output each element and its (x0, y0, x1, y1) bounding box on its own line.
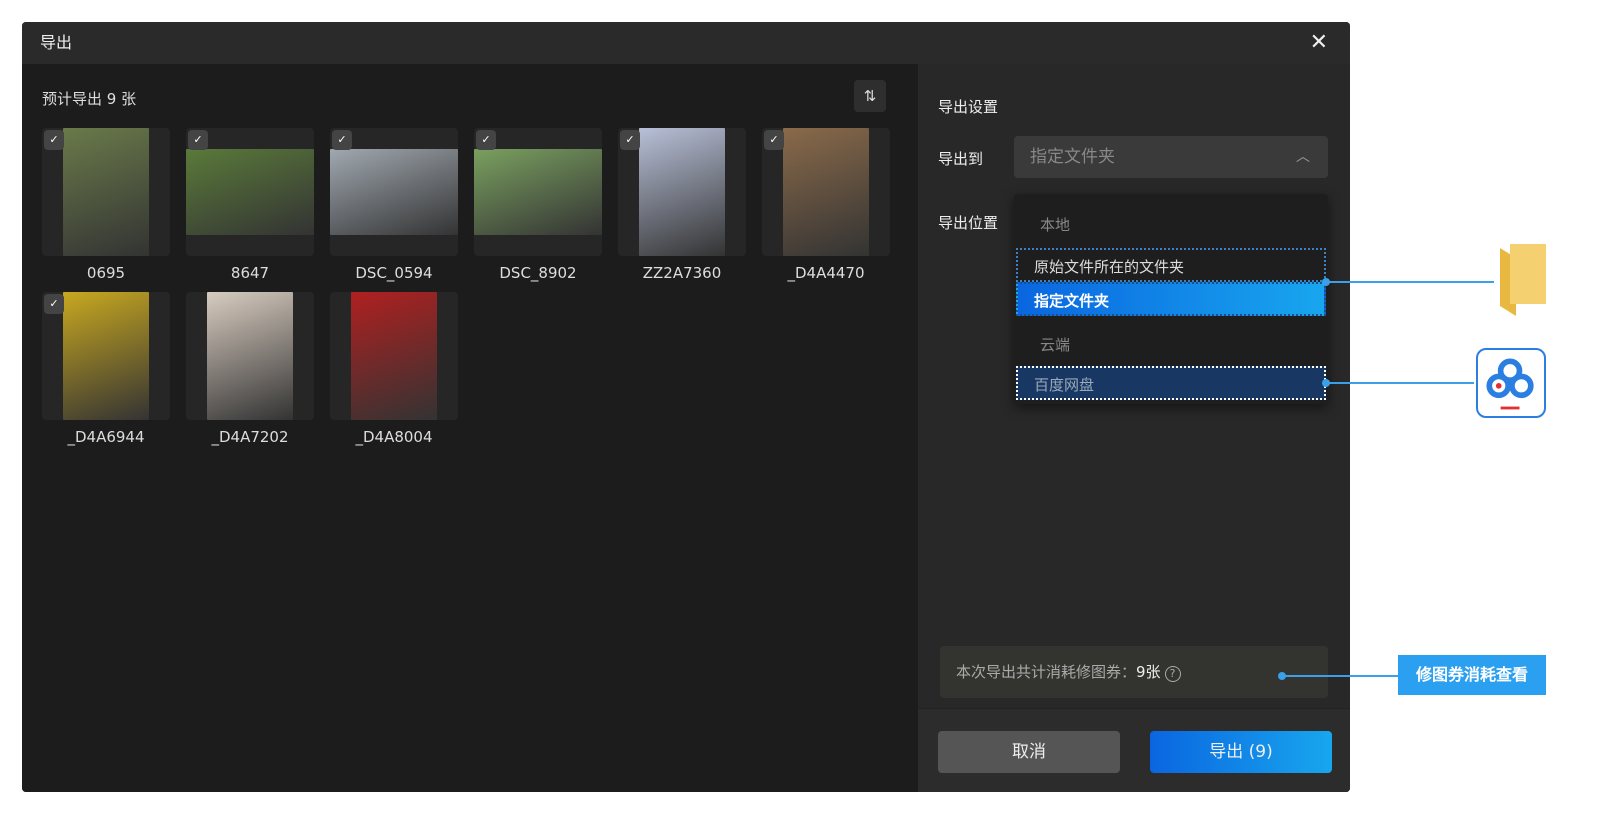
sort-icon[interactable]: ⇅ (854, 80, 886, 112)
photo-frame: ✓ (474, 128, 602, 256)
photo-thumbnail[interactable]: _D4A8004 (330, 292, 458, 446)
photo-image (474, 149, 602, 235)
photo-image (639, 128, 725, 256)
check-icon[interactable]: ✓ (188, 130, 208, 150)
export-to-select[interactable]: 指定文件夹 ︿ (1014, 136, 1328, 178)
check-icon[interactable]: ✓ (476, 130, 496, 150)
photo-image (207, 292, 293, 420)
annotation-line (1326, 382, 1474, 384)
photo-name: _D4A8004 (355, 428, 433, 446)
photo-name: _D4A6944 (67, 428, 145, 446)
photo-name: DSC_0594 (355, 264, 433, 282)
cancel-button[interactable]: 取消 (938, 731, 1120, 773)
photo-thumbnail[interactable]: ✓ 8647 (186, 128, 314, 282)
annotation-dot (1278, 672, 1286, 680)
photo-frame: ✓ (186, 128, 314, 256)
photo-frame: ✓ (762, 128, 890, 256)
option-original-folder[interactable]: 原始文件所在的文件夹 (1016, 248, 1326, 282)
export-location-label: 导出位置 (938, 214, 999, 232)
export-button[interactable]: 导出 (9) (1150, 731, 1332, 773)
dialog-header: 导出 ✕ (22, 22, 1350, 64)
coupon-callout: 修图券消耗查看 (1398, 655, 1546, 695)
photo-frame (186, 292, 314, 420)
photo-thumbnail[interactable]: ✓ ZZ2A7360 (618, 128, 746, 282)
photo-thumbnail[interactable]: ✓ _D4A4470 (762, 128, 890, 282)
export-dialog: 导出 ✕ 预计导出 9 张 ⇅ ✓ 0695 ✓ 8647 ✓ DSC_0594 ✓ DSC_… (22, 22, 1350, 792)
annotation-dot (1322, 379, 1330, 387)
check-icon[interactable]: ✓ (764, 130, 784, 150)
check-icon[interactable]: ✓ (44, 294, 64, 314)
photo-image (783, 128, 869, 256)
close-icon[interactable]: ✕ (1310, 22, 1328, 64)
photo-name: _D4A7202 (211, 428, 289, 446)
coupon-info: 本次导出共计消耗修图券：9张? (940, 646, 1328, 698)
photo-name: _D4A4470 (787, 264, 865, 282)
annotation-dot (1322, 278, 1330, 286)
photo-frame (330, 292, 458, 420)
check-icon[interactable]: ✓ (44, 130, 64, 150)
coupon-count: 9张 (1136, 663, 1161, 681)
photo-name: DSC_8902 (499, 264, 577, 282)
export-to-value: 指定文件夹 (1030, 147, 1115, 167)
photo-panel: 预计导出 9 张 ⇅ ✓ 0695 ✓ 8647 ✓ DSC_0594 ✓ DSC_8902 ✓… (22, 64, 918, 792)
photo-thumbnail[interactable]: ✓ _D4A6944 (42, 292, 170, 446)
photo-image (351, 292, 437, 420)
photo-name: ZZ2A7360 (642, 264, 722, 282)
export-to-label: 导出到 (938, 150, 984, 168)
photo-frame: ✓ (42, 292, 170, 420)
check-icon[interactable]: ✓ (620, 130, 640, 150)
annotation-line (1326, 281, 1494, 283)
photo-image (63, 292, 149, 420)
photo-image (186, 149, 314, 235)
dialog-footer: 取消 导出 (9) (918, 708, 1350, 792)
photo-thumbnail[interactable]: ✓ DSC_0594 (330, 128, 458, 282)
photo-name: 0695 (86, 264, 126, 282)
photo-thumbnail[interactable]: ✓ DSC_8902 (474, 128, 602, 282)
group-local: 本地 (1040, 216, 1071, 234)
photo-thumbnail[interactable]: _D4A7202 (186, 292, 314, 446)
settings-title: 导出设置 (938, 98, 999, 116)
chevron-up-icon: ︿ (1296, 149, 1310, 165)
export-to-dropdown: 本地 原始文件所在的文件夹 指定文件夹 云端 百度网盘 (1014, 194, 1328, 404)
export-count: 预计导出 9 张 (42, 90, 137, 108)
dialog-title: 导出 (40, 33, 73, 52)
photo-frame: ✓ (330, 128, 458, 256)
photo-thumbnail[interactable]: ✓ 0695 (42, 128, 170, 282)
photo-image (63, 128, 149, 256)
check-icon[interactable]: ✓ (332, 130, 352, 150)
photo-image (330, 149, 458, 235)
option-baidu-netdisk[interactable]: 百度网盘 (1016, 366, 1326, 400)
photo-frame: ✓ (42, 128, 170, 256)
photo-frame: ✓ (618, 128, 746, 256)
coupon-info-text: 本次导出共计消耗修图券： (956, 663, 1137, 681)
settings-panel: 导出设置 导出到 指定文件夹 ︿ 导出位置 本地 原始文件所在的文件夹 指定文件… (918, 64, 1350, 792)
folder-icon (1500, 244, 1546, 316)
baidu-netdisk-logo-icon (1476, 348, 1546, 418)
option-specified-folder[interactable]: 指定文件夹 (1016, 282, 1326, 316)
annotation-line (1282, 675, 1398, 677)
photo-name: 8647 (230, 264, 270, 282)
group-cloud: 云端 (1040, 336, 1071, 354)
help-icon[interactable]: ? (1164, 666, 1181, 682)
